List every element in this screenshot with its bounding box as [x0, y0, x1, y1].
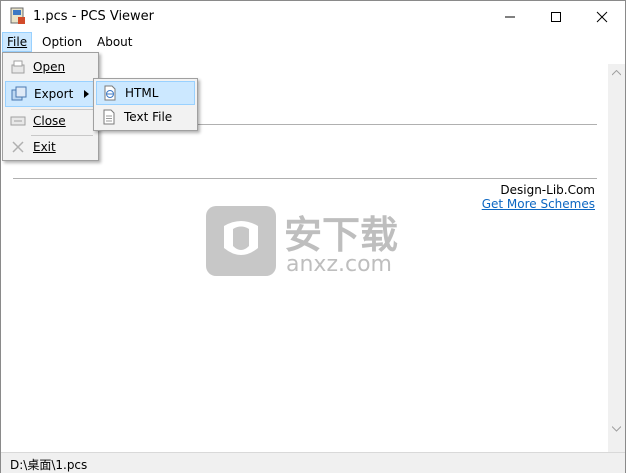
watermark-domain: anxz.com: [286, 252, 392, 277]
menu-option-label: Option: [42, 35, 83, 49]
vertical-scrollbar[interactable]: [608, 64, 625, 452]
export-icon: [11, 86, 27, 101]
menu-item-html-label: HTML: [125, 86, 159, 100]
export-submenu: HTML Text File: [93, 78, 198, 131]
minimize-button[interactable]: [487, 1, 533, 32]
menu-item-exit[interactable]: Exit: [5, 135, 96, 159]
maximize-icon: [551, 11, 561, 22]
app-window: 1.pcs - PCS Viewer File Option About Des…: [0, 0, 626, 473]
get-more-schemes-link[interactable]: Get More Schemes: [482, 197, 595, 211]
menu-file[interactable]: File: [2, 32, 33, 52]
menu-item-close[interactable]: Close: [5, 109, 96, 133]
exit-icon: [12, 141, 24, 153]
menu-about-label: About: [97, 35, 133, 49]
minimize-icon: [505, 16, 515, 17]
watermark-text: 安下载: [284, 213, 399, 257]
menu-item-export-label: Export: [34, 87, 74, 101]
window-title: 1.pcs - PCS Viewer: [33, 9, 155, 24]
menu-item-open-label: Open: [33, 60, 66, 74]
menu-about[interactable]: About: [93, 33, 136, 51]
divider-line: [13, 178, 597, 179]
html-file-icon: [104, 85, 116, 101]
menu-item-close-label: Close: [33, 114, 66, 128]
menu-option[interactable]: Option: [38, 33, 86, 51]
open-icon: [11, 60, 25, 74]
menu-item-html[interactable]: HTML: [96, 81, 195, 105]
text-file-icon: [103, 109, 115, 125]
menu-file-label: File: [7, 35, 28, 49]
watermark: 安下载 anxz.com: [206, 196, 421, 281]
close-file-icon: [10, 116, 26, 126]
app-icon: [10, 7, 25, 24]
menu-item-text-file-label: Text File: [124, 110, 173, 124]
close-icon: [596, 11, 608, 22]
scroll-down-icon[interactable]: [612, 426, 621, 432]
menu-item-open[interactable]: Open: [5, 55, 96, 79]
maximize-button[interactable]: [533, 1, 579, 32]
submenu-arrow-icon: [84, 90, 89, 98]
menu-item-text-file[interactable]: Text File: [96, 105, 195, 129]
menu-item-export[interactable]: Export: [5, 81, 96, 107]
scroll-up-icon[interactable]: [612, 70, 621, 76]
menu-item-exit-label: Exit: [33, 140, 56, 154]
file-menu-dropdown: Open Export Close Exit: [2, 52, 99, 161]
status-bar: D:\桌面\1.pcs: [1, 452, 625, 473]
menu-bar: File Option About: [1, 32, 625, 52]
status-path: D:\桌面\1.pcs: [10, 458, 88, 472]
close-window-button[interactable]: [579, 1, 625, 32]
title-bar: 1.pcs - PCS Viewer: [1, 1, 625, 32]
brand-text: Design-Lib.Com: [500, 183, 595, 197]
